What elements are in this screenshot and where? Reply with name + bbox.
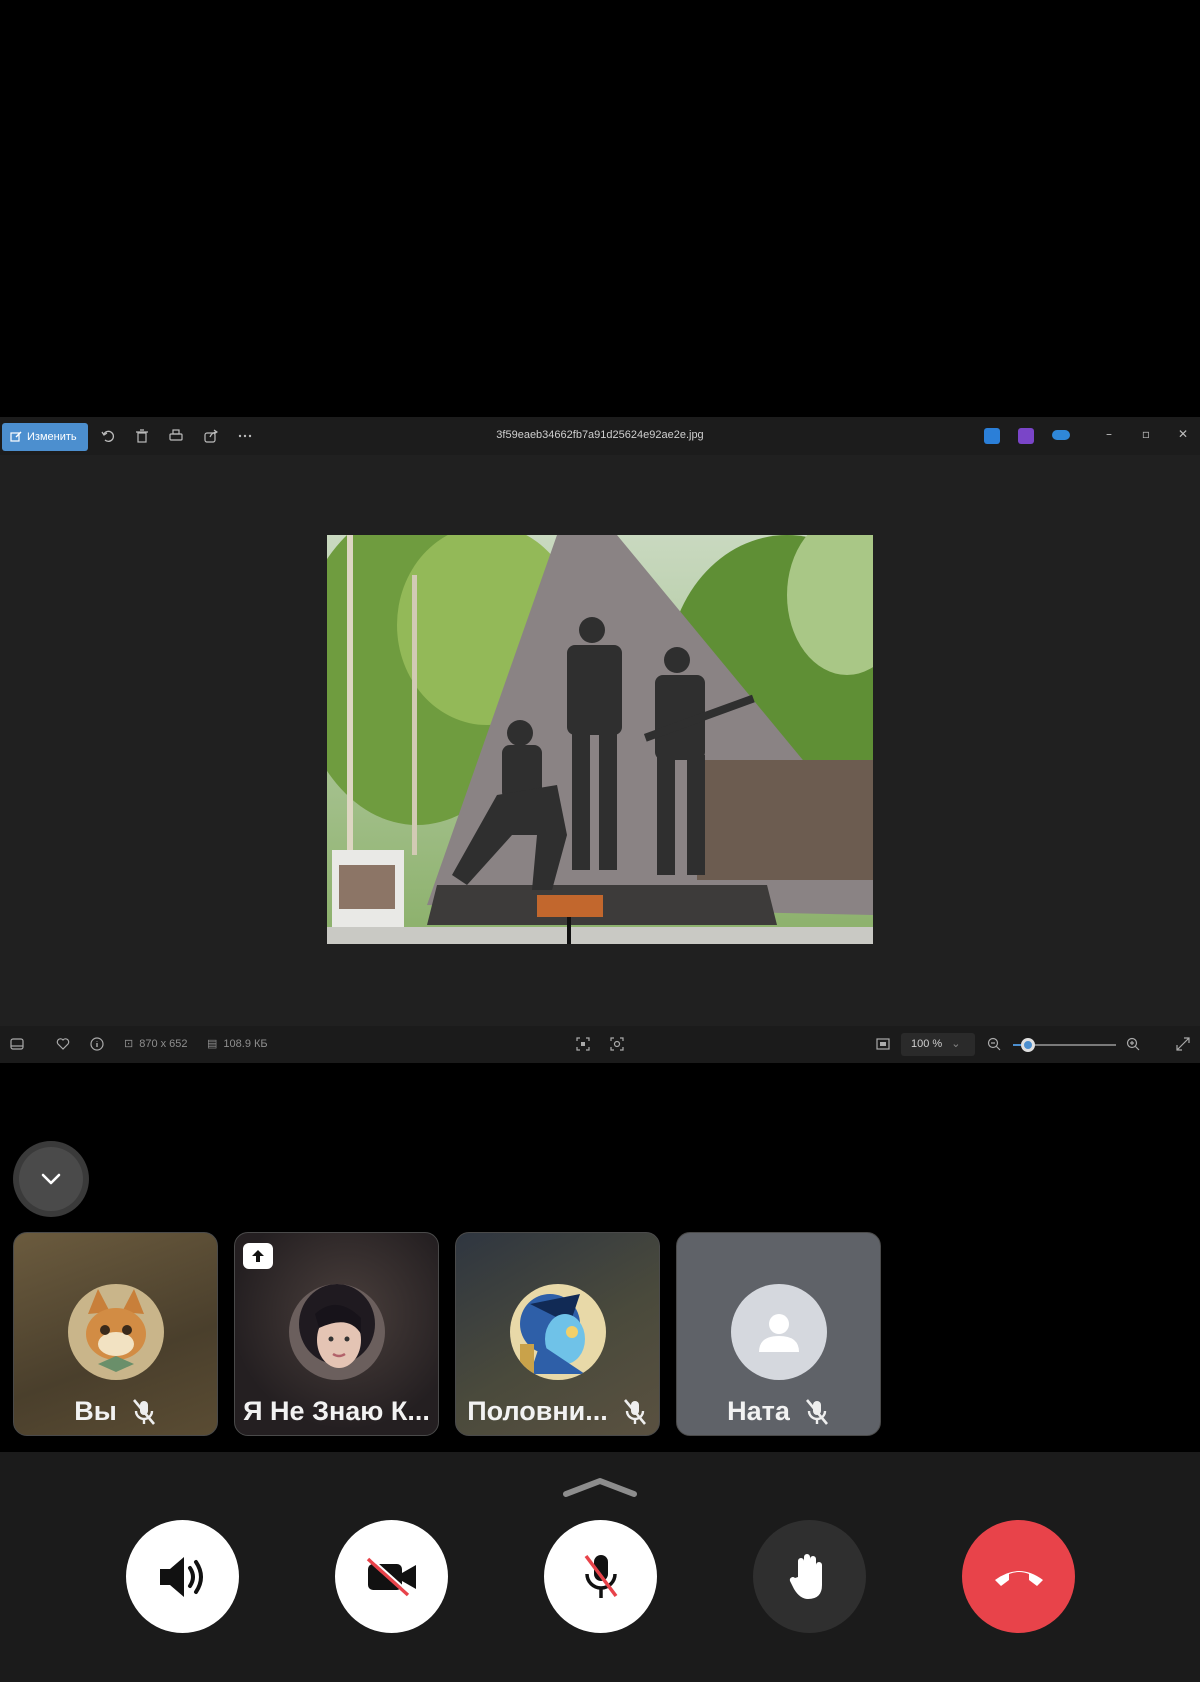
screen-share-icon — [243, 1243, 273, 1269]
avatar — [289, 1284, 385, 1380]
delete-icon[interactable] — [132, 426, 152, 446]
participant-name: Я Не Знаю К... — [243, 1396, 430, 1426]
dimensions-value: 870 x 652 — [139, 1037, 188, 1050]
file-name: 3f59eaeb34662fb7a91d25624e92ae2e.jpg — [496, 429, 704, 441]
more-options-icon[interactable] — [235, 426, 255, 446]
collapse-screen-button[interactable] — [13, 1141, 89, 1217]
rotate-icon[interactable] — [98, 426, 118, 446]
participant-tile[interactable]: Я Не Знаю К... — [234, 1232, 439, 1436]
photo-editor-app-icon[interactable] — [984, 428, 1000, 444]
mic-off-icon — [584, 1554, 617, 1598]
viewer-status-bar: ⊡ 870 x 652 ▤ 108.9 КБ 100 % ⌄ — [0, 1026, 1200, 1063]
actual-size-icon[interactable] — [876, 1037, 890, 1051]
zoom-value: 100 % — [911, 1038, 943, 1050]
file-size-value: 108.9 КБ — [223, 1037, 268, 1050]
participant-name-row: Вы — [14, 1396, 217, 1427]
zoom-out-icon[interactable] — [987, 1037, 1001, 1051]
mic-muted-icon — [623, 1398, 646, 1425]
participant-name-row: Половни... — [456, 1396, 659, 1427]
minimize-icon[interactable]: – — [1099, 427, 1119, 445]
speaker-icon — [159, 1556, 203, 1597]
expand-handle-icon[interactable] — [562, 1476, 638, 1500]
call-controls-bar — [0, 1452, 1200, 1682]
participant-name-row: Я Не Знаю К... — [235, 1396, 438, 1427]
speaker-button[interactable] — [126, 1520, 239, 1633]
viewed-photo — [327, 535, 873, 944]
raise-hand-button[interactable] — [753, 1520, 866, 1633]
hangup-icon — [994, 1570, 1043, 1586]
restore-icon[interactable]: ▫ — [1136, 427, 1156, 445]
participant-name-row: Ната — [677, 1396, 880, 1427]
zoom-dropdown[interactable]: 100 % ⌄ — [901, 1033, 975, 1056]
onedrive-icon[interactable] — [1052, 430, 1070, 440]
fullscreen-icon[interactable] — [1176, 1037, 1190, 1051]
raise-hand-icon — [789, 1553, 822, 1599]
zoom-in-icon[interactable] — [1126, 1037, 1140, 1051]
file-size-icon: ▤ — [207, 1038, 218, 1050]
face-detect-icon[interactable] — [610, 1037, 624, 1051]
viewer-title-bar: Изменить 3f59eaeb34662fb7a91d25624e92ae2… — [0, 417, 1200, 455]
share-icon[interactable] — [201, 426, 221, 446]
camera-off-icon — [366, 1557, 416, 1596]
favorite-icon[interactable] — [56, 1037, 70, 1051]
participant-name: Вы — [74, 1396, 117, 1426]
fit-frame-icon[interactable] — [576, 1037, 590, 1051]
file-size: ▤ 108.9 КБ — [207, 1037, 268, 1051]
participants-panel: Вы Я Не Знаю К... Половни... Ната — [0, 1220, 1200, 1452]
avatar — [510, 1284, 606, 1380]
chevron-down-icon — [41, 1173, 61, 1185]
participant-tile[interactable]: Вы — [13, 1232, 218, 1436]
camera-button[interactable] — [335, 1520, 448, 1633]
image-dimensions: ⊡ 870 x 652 — [124, 1037, 188, 1051]
edit-button[interactable]: Изменить — [2, 423, 88, 451]
mic-muted-icon — [132, 1398, 155, 1425]
hang-up-button[interactable] — [962, 1520, 1075, 1633]
participant-tile[interactable]: Ната — [676, 1232, 881, 1436]
shared-screen-photo-viewer: Изменить 3f59eaeb34662fb7a91d25624e92ae2… — [0, 417, 1200, 1063]
edit-icon — [10, 431, 22, 442]
zoom-slider-thumb[interactable] — [1021, 1038, 1036, 1052]
close-icon[interactable]: ✕ — [1173, 427, 1193, 445]
edit-button-label: Изменить — [27, 431, 77, 443]
filmstrip-icon[interactable] — [10, 1037, 24, 1051]
participant-name: Ната — [727, 1396, 790, 1426]
info-icon[interactable] — [90, 1037, 104, 1051]
mic-muted-icon — [805, 1398, 828, 1425]
microphone-button[interactable] — [544, 1520, 657, 1633]
avatar — [68, 1284, 164, 1380]
default-avatar-icon — [731, 1284, 827, 1380]
clipchamp-app-icon[interactable] — [1018, 428, 1034, 444]
participant-name: Половни... — [467, 1396, 608, 1426]
chevron-down-icon: ⌄ — [951, 1038, 961, 1050]
dimensions-icon: ⊡ — [124, 1038, 134, 1050]
participant-tile[interactable]: Половни... — [455, 1232, 660, 1436]
print-icon[interactable] — [166, 426, 186, 446]
